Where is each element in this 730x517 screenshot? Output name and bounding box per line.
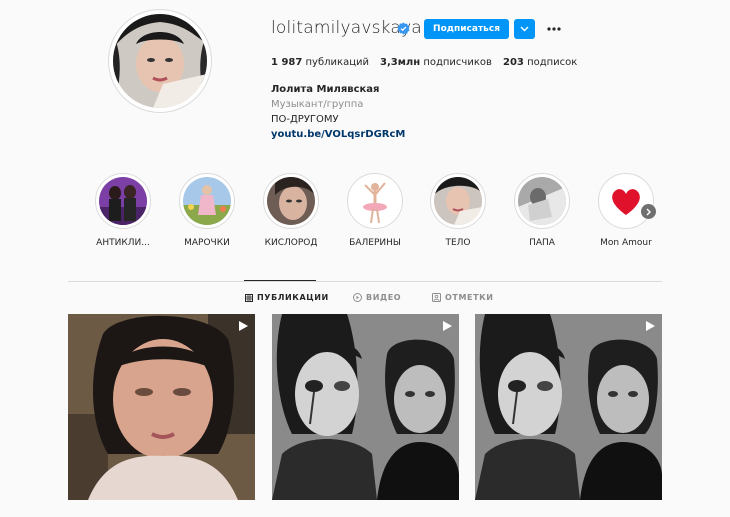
highlights-next-button[interactable] <box>641 204 656 219</box>
full-name: Лолита Милявская <box>271 84 380 95</box>
followers-stat[interactable]: 3,3млн подписчиков <box>380 57 492 68</box>
highlight-label: МАРОЧКИ <box>184 238 230 248</box>
heart-icon <box>602 177 650 225</box>
posts-stat: 1 987 публикаций <box>271 57 369 68</box>
highlight-4[interactable]: БАЛЕРИНЫ <box>343 173 407 248</box>
tab-posts-label: ПУБЛИКАЦИИ <box>257 293 329 302</box>
post-1[interactable] <box>68 314 255 500</box>
more-options-button[interactable] <box>544 20 564 38</box>
verified-badge-icon <box>397 22 410 35</box>
highlight-3[interactable]: КИСЛОРОД <box>259 173 323 248</box>
post-2[interactable] <box>272 314 459 500</box>
tab-video[interactable]: ВИДЕО <box>353 293 401 302</box>
profile-avatar-ring[interactable] <box>108 9 212 113</box>
post-3[interactable] <box>475 314 662 500</box>
bio-link[interactable]: youtu.be/VOLqsrDGRcM <box>271 129 405 140</box>
avatar[interactable] <box>113 14 207 108</box>
posts-count: 1 987 <box>271 57 303 68</box>
highlight-label: КИСЛОРОД <box>264 238 318 248</box>
tab-video-label: ВИДЕО <box>366 293 402 302</box>
chevron-down-icon <box>520 26 529 32</box>
highlight-label: ТЕЛО <box>445 238 471 248</box>
following-count: 203 <box>503 57 524 68</box>
posts-label: публикаций <box>305 57 370 68</box>
tabs-divider <box>68 281 662 282</box>
tab-tagged[interactable]: ОТМЕТКИ <box>432 293 494 302</box>
tab-posts[interactable]: ПУБЛИКАЦИИ <box>245 293 329 302</box>
followers-count: 3,3млн <box>380 57 421 68</box>
highlight-cover <box>99 177 147 225</box>
more-dots-icon <box>547 27 561 31</box>
grid-icon <box>245 293 253 302</box>
following-label: подписок <box>527 57 578 68</box>
following-stat[interactable]: 203 подписок <box>503 57 577 68</box>
followers-label: подписчиков <box>423 57 492 68</box>
highlight-label: БАЛЕРИНЫ <box>349 238 401 248</box>
bio-text: ПО-ДРУГОМУ <box>271 114 339 125</box>
video-play-icon <box>239 321 248 331</box>
highlight-label: АНТИКЛИ... <box>96 238 150 248</box>
highlight-5[interactable]: ТЕЛО <box>426 173 490 248</box>
tagged-user-icon <box>432 293 441 302</box>
highlight-cover <box>518 177 566 225</box>
highlight-cover <box>267 177 315 225</box>
video-play-icon <box>646 321 655 331</box>
highlight-cover <box>183 177 231 225</box>
post-thumbnail <box>68 314 255 500</box>
chevron-right-icon <box>646 208 651 215</box>
highlight-cover <box>351 177 399 225</box>
category: Музыкант/группа <box>271 99 364 110</box>
suggested-accounts-button[interactable] <box>514 19 535 39</box>
tab-tagged-label: ОТМЕТКИ <box>445 293 494 302</box>
highlight-label: ПАПА <box>529 238 555 248</box>
highlight-1[interactable]: АНТИКЛИ... <box>91 173 155 248</box>
play-circle-icon <box>353 293 362 302</box>
active-tab-indicator <box>244 280 316 281</box>
highlight-label: Mon Amour <box>600 238 652 248</box>
follow-button[interactable]: Подписаться <box>424 19 509 39</box>
highlight-cover <box>434 177 482 225</box>
post-thumbnail <box>475 314 662 500</box>
video-play-icon <box>443 321 452 331</box>
highlight-6[interactable]: ПАПА <box>510 173 574 248</box>
post-thumbnail <box>272 314 459 500</box>
highlight-2[interactable]: МАРОЧКИ <box>175 173 239 248</box>
